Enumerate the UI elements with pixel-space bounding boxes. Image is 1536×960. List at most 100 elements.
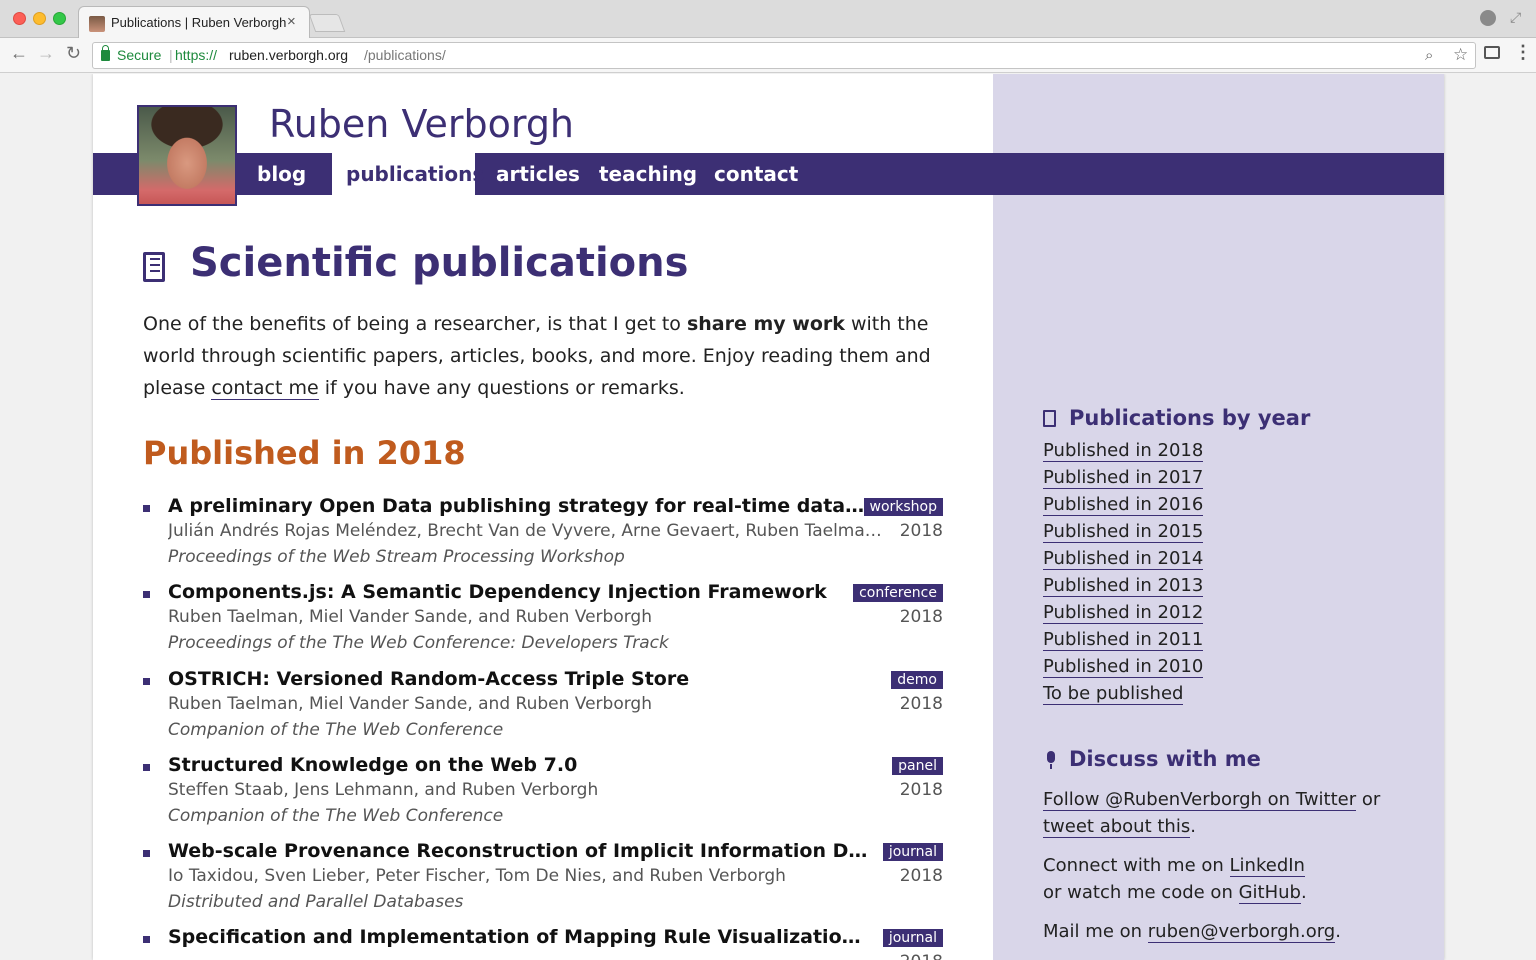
mail-text: Mail me on <box>1043 921 1148 942</box>
minimize-window-button[interactable] <box>33 12 46 25</box>
publication-item: Web-scale Provenance Reconstruction of I… <box>143 840 943 920</box>
site-title[interactable]: Ruben Verborgh <box>269 102 574 146</box>
favicon-icon <box>89 16 105 32</box>
connect-text: Connect with me on <box>1043 855 1230 876</box>
publication-venue: Companion of the The Web Conference <box>168 806 504 826</box>
nav-blog[interactable]: blog <box>243 153 331 195</box>
close-window-button[interactable] <box>13 12 26 25</box>
nav-articles[interactable]: articles <box>482 153 594 195</box>
book-icon <box>143 252 165 282</box>
bookmark-star-icon[interactable]: ☆ <box>1453 45 1468 65</box>
year-link[interactable]: Published in 2018 <box>1043 438 1343 465</box>
publication-venue: Proceedings of the Web Stream Processing… <box>168 547 625 567</box>
tab-title: Publications | Ruben Verborgh <box>111 15 287 30</box>
publication-item: A preliminary Open Data publishing strat… <box>143 495 943 575</box>
year-link[interactable]: Published in 2014 <box>1043 546 1343 573</box>
year-link[interactable]: Published in 2011 <box>1043 627 1343 654</box>
publication-type-badge: panel <box>892 757 943 775</box>
nav-teaching[interactable]: teaching <box>585 153 711 195</box>
url-host: ruben.verborgh.org <box>229 47 349 63</box>
github-link[interactable]: GitHub <box>1238 882 1301 904</box>
year-heading: Published in 2018 <box>143 434 466 472</box>
year-link[interactable]: Published in 2013 <box>1043 573 1343 600</box>
zoom-icon[interactable]: ⌕ <box>1425 47 1433 64</box>
publication-title[interactable]: Components.js: A Semantic Dependency Inj… <box>168 581 868 603</box>
bullet-icon <box>143 850 150 857</box>
year-link[interactable]: Published in 2017 <box>1043 465 1343 492</box>
contact-me-link[interactable]: contact me <box>211 377 319 400</box>
year-link[interactable]: Published in 2015 <box>1043 519 1343 546</box>
close-tab-icon[interactable]: × <box>287 13 296 30</box>
publication-year: 2018 <box>899 780 943 800</box>
year-links-list: Published in 2018 Published in 2017 Publ… <box>1043 438 1343 708</box>
year-link[interactable]: Published in 2012 <box>1043 600 1343 627</box>
bullet-icon <box>143 936 150 943</box>
year-link[interactable]: Published in 2010 <box>1043 654 1343 681</box>
publication-year: 2018 <box>899 521 943 541</box>
publication-title[interactable]: A preliminary Open Data publishing strat… <box>168 495 868 517</box>
forward-icon[interactable]: → <box>37 43 55 64</box>
publication-item: Components.js: A Semantic Dependency Inj… <box>143 581 943 661</box>
publication-type-badge: conference <box>853 584 943 602</box>
nav-publications[interactable]: publications <box>332 153 484 195</box>
browser-tab[interactable]: Publications | Ruben Verborgh × <box>78 6 310 39</box>
browser-titlebar: Publications | Ruben Verborgh × ⤢ <box>0 0 1536 39</box>
maximize-window-button[interactable] <box>53 12 66 25</box>
profile-icon[interactable] <box>1480 10 1496 26</box>
cast-icon[interactable] <box>1484 46 1500 59</box>
page-title: Scientific publications <box>190 240 689 286</box>
publication-item: OSTRICH: Versioned Random-Access Triple … <box>143 668 943 748</box>
discuss-heading: Discuss with me <box>1069 747 1261 771</box>
url-scheme: https:// <box>175 47 218 63</box>
period-text: . <box>1190 816 1196 837</box>
avatar[interactable] <box>137 105 237 206</box>
reload-icon[interactable]: ↻ <box>66 43 81 64</box>
browser-toolbar: ← → ↻ Secure | https:// ruben.verborgh.o… <box>0 38 1536 73</box>
secure-label: Secure <box>117 47 162 63</box>
publication-title[interactable]: OSTRICH: Versioned Random-Access Triple … <box>168 668 868 690</box>
publication-year: 2018 <box>900 952 943 960</box>
book-icon <box>1043 410 1056 427</box>
year-link[interactable]: To be published <box>1043 681 1343 708</box>
bullet-icon <box>143 591 150 598</box>
bullet-icon <box>143 505 150 512</box>
linkedin-link[interactable]: LinkedIn <box>1229 855 1305 877</box>
year-link[interactable]: Published in 2016 <box>1043 492 1343 519</box>
publication-venue: Proceedings of the The Web Conference: D… <box>168 633 669 653</box>
publication-authors: Steffen Staab, Jens Lehmann, and Ruben V… <box>168 780 599 800</box>
menu-icon[interactable]: ⋮ <box>1514 42 1532 63</box>
mail-paragraph: Mail me on ruben@verborgh.org. <box>1043 918 1403 945</box>
connect-paragraph: Connect with me on LinkedIn or watch me c… <box>1043 852 1403 906</box>
tweet-link[interactable]: tweet about this <box>1043 816 1191 838</box>
publication-venue: Distributed and Parallel Databases <box>168 892 464 912</box>
publication-year: 2018 <box>899 866 943 886</box>
publication-title[interactable]: Web-scale Provenance Reconstruction of I… <box>168 840 868 862</box>
url-path: /publications/ <box>364 47 446 63</box>
microphone-icon <box>1047 751 1055 769</box>
publication-year: 2018 <box>899 607 943 627</box>
publication-title[interactable]: Structured Knowledge on the Web 7.0 <box>168 754 868 776</box>
watch-text: or watch me code on <box>1043 882 1239 903</box>
publication-type-badge: journal <box>882 843 943 861</box>
address-bar[interactable]: Secure | https:// ruben.verborgh.org /pu… <box>92 42 1476 69</box>
url-separator: | <box>169 47 173 63</box>
publication-authors: Ruben Taelman, Miel Vander Sande, and Ru… <box>168 607 652 627</box>
publication-type-badge: demo <box>891 671 943 689</box>
publication-authors: Ruben Taelman, Miel Vander Sande, and Ru… <box>168 694 652 714</box>
email-link[interactable]: ruben@verborgh.org <box>1147 921 1336 943</box>
intro-bold: share my work <box>686 313 845 335</box>
nav-contact[interactable]: contact <box>700 153 812 195</box>
back-icon[interactable]: ← <box>10 43 28 64</box>
page: Ruben Verborgh blog publications article… <box>93 74 1444 960</box>
publication-year: 2018 <box>899 694 943 714</box>
fullscreen-icon[interactable]: ⤢ <box>1510 9 1521 26</box>
new-tab-button[interactable] <box>308 14 346 32</box>
page-viewport: Ruben Verborgh blog publications article… <box>0 74 1536 960</box>
publication-title[interactable]: Specification and Implementation of Mapp… <box>168 926 868 948</box>
publications-by-year-heading: Publications by year <box>1069 406 1311 430</box>
twitter-link[interactable]: Follow @RubenVerborgh on Twitter <box>1043 789 1357 811</box>
bullet-icon <box>143 764 150 771</box>
bullet-icon <box>143 678 150 685</box>
publication-authors: Io Taxidou, Sven Lieber, Peter Fischer, … <box>168 866 786 886</box>
publication-item: Structured Knowledge on the Web 7.0 pane… <box>143 754 943 834</box>
